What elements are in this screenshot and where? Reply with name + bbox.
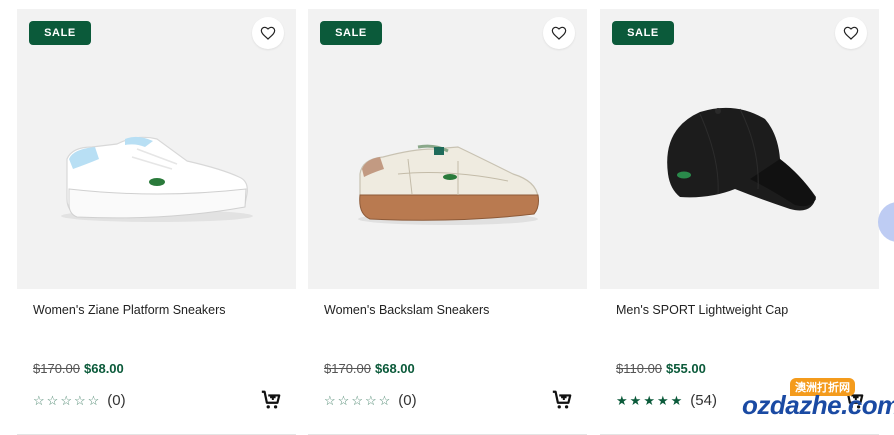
original-price: $110.00 [616,361,663,376]
add-to-cart-icon[interactable] [551,389,573,411]
sale-price: $68.00 [375,361,415,376]
watermark-text: ozdazhe.com [742,390,894,420]
star-filled-icon: ★ [670,393,683,408]
star-rating: ★ ★ ★ ★ ★ [616,394,682,407]
wishlist-button[interactable] [543,17,575,49]
review-count: (0) [107,392,126,409]
price-block: $110.00 $55.00 [616,361,706,376]
price-block: $170.00 $68.00 [33,361,124,376]
wishlist-button[interactable] [252,17,284,49]
original-price: $170.00 [324,361,371,376]
product-image[interactable] [600,9,879,289]
product-name[interactable]: Men's SPORT Lightweight Cap [616,303,788,317]
star-empty-icon: ☆ [46,393,59,408]
watermark-logo: 澳洲打折网 ozdazhe.com [712,378,894,428]
star-empty-icon: ☆ [351,393,363,408]
heart-icon [260,26,276,40]
heart-icon [843,26,859,40]
star-rating: ☆ ☆ ☆ ☆ ☆ [33,394,99,407]
heart-icon [551,26,567,40]
star-filled-icon: ★ [616,393,628,408]
sale-badge: SALE [29,21,91,45]
rating[interactable]: ☆ ☆ ☆ ☆ ☆ (0) [33,392,126,409]
star-empty-icon: ☆ [60,393,72,408]
star-empty-icon: ☆ [378,393,391,408]
product-grid: SALE Women's Ziane Platform Sneakers $17… [0,0,894,435]
review-count: (0) [398,392,417,409]
original-price: $170.00 [33,361,80,376]
star-empty-icon: ☆ [87,393,100,408]
product-card[interactable]: SALE Women's Ziane Platform Sneakers $17… [17,9,296,435]
rating[interactable]: ★ ★ ★ ★ ★ (54) [616,392,717,409]
sale-badge: SALE [612,21,674,45]
product-name[interactable]: Women's Backslam Sneakers [324,303,489,317]
product-card[interactable]: SALE Men's SPORT Lightweight Cap $110.00… [600,9,879,435]
product-image-area[interactable]: SALE [17,9,296,289]
wishlist-button[interactable] [835,17,867,49]
sale-badge: SALE [320,21,382,45]
product-image[interactable] [308,9,587,289]
star-filled-icon: ★ [656,393,669,408]
product-image-area[interactable]: SALE [600,9,879,289]
price-block: $170.00 $68.00 [324,361,415,376]
carousel-next-button[interactable] [878,202,894,242]
product-image[interactable] [17,9,296,289]
star-empty-icon: ☆ [73,393,86,408]
sale-price: $55.00 [666,361,706,376]
star-empty-icon: ☆ [33,393,45,408]
product-name[interactable]: Women's Ziane Platform Sneakers [33,303,226,317]
star-rating: ☆ ☆ ☆ ☆ ☆ [324,394,390,407]
product-image-area[interactable]: SALE [308,9,587,289]
product-card[interactable]: SALE Women's Backslam Sneakers $170.00 $6… [308,9,587,435]
rating[interactable]: ☆ ☆ ☆ ☆ ☆ (0) [324,392,417,409]
sale-price: $68.00 [84,361,124,376]
star-empty-icon: ☆ [337,393,350,408]
add-to-cart-icon[interactable] [260,389,282,411]
star-empty-icon: ☆ [364,393,377,408]
star-filled-icon: ★ [643,393,655,408]
star-filled-icon: ★ [629,393,642,408]
star-empty-icon: ☆ [324,393,336,408]
